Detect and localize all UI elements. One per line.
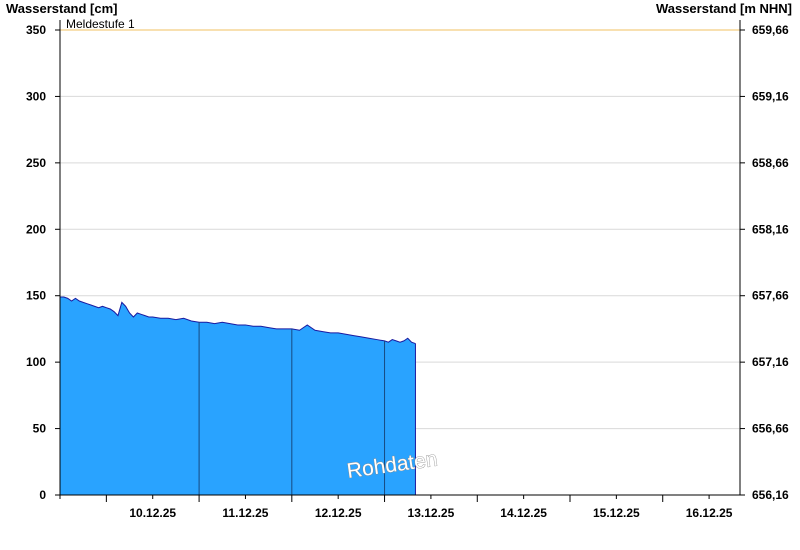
y-tick-label: 150 <box>26 289 46 303</box>
left-tick-labels: 0 50 100 150 200 250 300 350 <box>26 23 46 502</box>
x-tick-label: 14.12.25 <box>500 506 547 520</box>
threshold-group: Meldestufe 1 <box>60 17 740 31</box>
y-right-tick-label: 656,16 <box>752 488 789 502</box>
y-right-tick-label: 657,16 <box>752 355 789 369</box>
y-right-tick-label: 658,66 <box>752 156 789 170</box>
water-level-chart: Meldestufe 1 0 50 100 150 200 250 300 350 656,1… <box>26 17 789 520</box>
x-tick-label: 15.12.25 <box>593 506 640 520</box>
x-tick-labels: 10.12.25 11.12.25 12.12.25 13.12.25 14.12.25… <box>129 506 732 520</box>
y-tick-label: 250 <box>26 156 46 170</box>
y-right-tick-label: 656,66 <box>752 422 789 436</box>
y-tick-label: 0 <box>39 488 46 502</box>
threshold-label: Meldestufe 1 <box>66 17 135 31</box>
x-tick-label: 16.12.25 <box>686 506 733 520</box>
x-tick-label: 13.12.25 <box>408 506 455 520</box>
x-tick-label: 12.12.25 <box>315 506 362 520</box>
y-right-tick-label: 659,16 <box>752 89 789 103</box>
x-tick-label: 11.12.25 <box>222 506 268 520</box>
y-right-tick-label: 657,66 <box>752 289 789 303</box>
y-tick-label: 50 <box>33 422 47 436</box>
y-right-tick-label: 659,66 <box>752 23 789 37</box>
y-tick-label: 300 <box>26 89 46 103</box>
y-tick-label: 200 <box>26 222 46 236</box>
y-right-tick-label: 658,16 <box>752 222 789 236</box>
y-tick-label: 100 <box>26 355 46 369</box>
y-tick-label: 350 <box>26 23 46 37</box>
right-tick-labels: 656,16 656,66 657,16 657,66 658,16 658,66 659,… <box>752 23 789 502</box>
x-tick-label: 10.12.25 <box>129 506 176 520</box>
